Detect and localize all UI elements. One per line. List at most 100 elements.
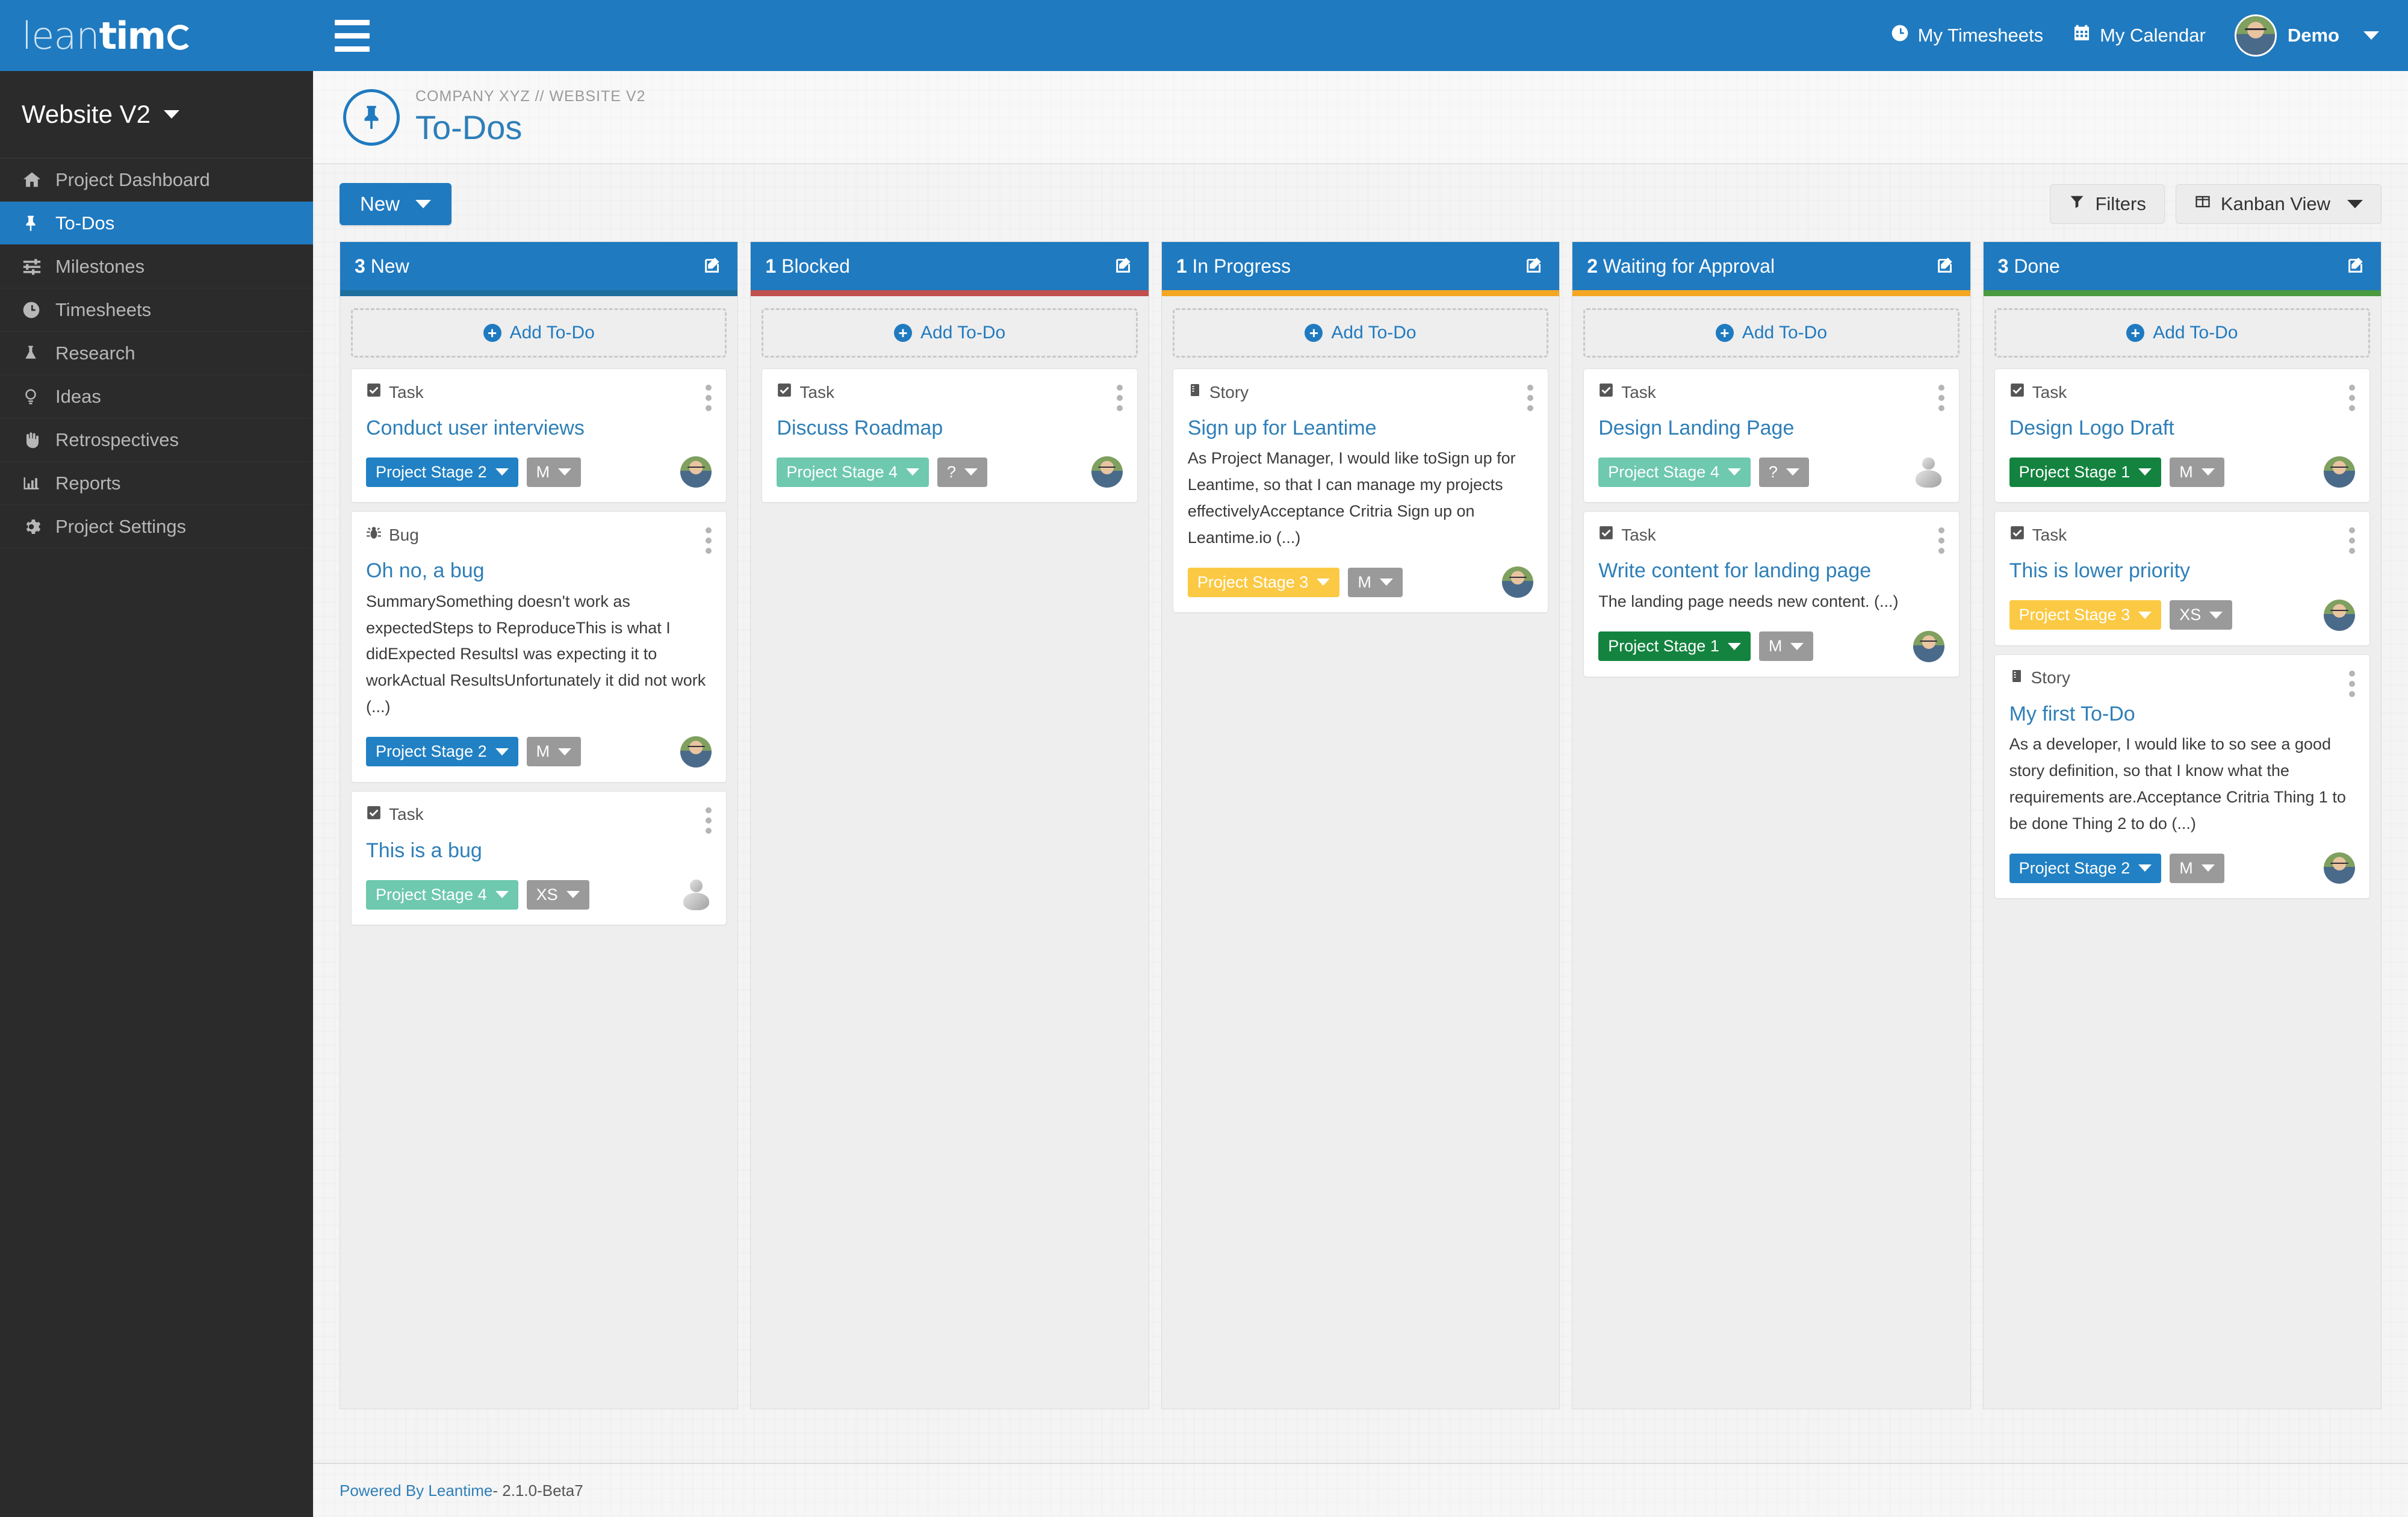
hamburger-icon[interactable] [335, 12, 382, 60]
stage-tag[interactable]: Project Stage 3 [2009, 600, 2162, 630]
size-tag[interactable]: M [527, 458, 582, 487]
sidebar-item-research[interactable]: Research [0, 332, 313, 375]
sidebar-item-to-dos[interactable]: To-Dos [0, 202, 313, 245]
my-timesheets-label: My Timesheets [1918, 25, 2043, 46]
todo-card[interactable]: TaskDiscuss RoadmapProject Stage 4? [762, 368, 1137, 503]
size-tag[interactable]: XS [527, 880, 589, 910]
card-type: Story [1188, 382, 1249, 402]
stage-tag[interactable]: Project Stage 2 [366, 458, 518, 487]
todo-card[interactable]: TaskWrite content for landing pageThe la… [1583, 511, 1959, 677]
card-title[interactable]: Design Logo Draft [2009, 416, 2355, 441]
page-title: To-Dos [415, 108, 645, 147]
card-title[interactable]: This is lower priority [2009, 559, 2355, 583]
view-switch-button[interactable]: Kanban View [2176, 184, 2382, 224]
stage-label: Project Stage 4 [1608, 463, 1719, 482]
edit-column-icon[interactable] [1935, 255, 1956, 278]
add-todo-button[interactable]: +Add To-Do [762, 308, 1137, 358]
add-todo-button[interactable]: +Add To-Do [1173, 308, 1548, 358]
card-title[interactable]: Conduct user interviews [366, 416, 712, 441]
column-header: 2 Waiting for Approval [1572, 242, 1970, 290]
stage-tag[interactable]: Project Stage 2 [366, 737, 518, 766]
sidebar-item-timesheets[interactable]: Timesheets [0, 288, 313, 332]
card-menu-icon[interactable] [1938, 382, 1944, 411]
add-todo-button[interactable]: +Add To-Do [1583, 308, 1959, 358]
edit-column-icon[interactable] [2346, 255, 2366, 278]
card-menu-icon[interactable] [2349, 525, 2355, 554]
card-footer: Project Stage 4? [777, 456, 1122, 488]
edit-column-icon[interactable] [703, 255, 723, 278]
size-tag[interactable]: XS [2170, 600, 2232, 630]
todo-card[interactable]: BugOh no, a bugSummarySomething doesn't … [351, 511, 727, 782]
todo-card[interactable]: TaskThis is a bugProject Stage 4XS [351, 791, 727, 925]
breadcrumb: COMPANY XYZ // WEBSITE V2 [415, 88, 645, 105]
stage-tag[interactable]: Project Stage 2 [2009, 854, 2162, 883]
todo-card[interactable]: StoryMy first To-DoAs a developer, I wou… [1994, 654, 2370, 899]
sidebar-item-ideas[interactable]: Ideas [0, 375, 313, 418]
card-title[interactable]: Discuss Roadmap [777, 416, 1122, 441]
card-title[interactable]: Oh no, a bug [366, 559, 712, 583]
bar-chart-icon [22, 474, 55, 492]
filters-button[interactable]: Filters [2050, 184, 2164, 224]
size-tag[interactable]: M [1348, 568, 1403, 597]
add-todo-button[interactable]: +Add To-Do [1994, 308, 2370, 358]
edit-column-icon[interactable] [1524, 255, 1545, 278]
todo-card[interactable]: TaskDesign Logo DraftProject Stage 1M [1994, 368, 2370, 503]
my-timesheets-link[interactable]: My Timesheets [1890, 23, 2043, 48]
checkbox-icon [1598, 382, 1614, 402]
chevron-down-icon [964, 468, 978, 476]
card-menu-icon[interactable] [2349, 668, 2355, 697]
card-title[interactable]: Sign up for Leantime [1188, 416, 1533, 441]
sidebar-item-reports[interactable]: Reports [0, 462, 313, 505]
card-menu-icon[interactable] [1117, 382, 1123, 411]
sidebar-item-milestones[interactable]: Milestones [0, 245, 313, 288]
card-type: Task [2009, 525, 2067, 545]
size-tag[interactable]: M [2170, 854, 2224, 883]
card-menu-icon[interactable] [706, 805, 712, 834]
stage-tag[interactable]: Project Stage 4 [366, 880, 518, 910]
card-title[interactable]: Design Landing Page [1598, 416, 1944, 441]
stage-tag[interactable]: Project Stage 1 [1598, 631, 1751, 661]
edit-column-icon[interactable] [1114, 255, 1134, 278]
stage-tag[interactable]: Project Stage 3 [1188, 568, 1340, 597]
card-title[interactable]: This is a bug [366, 839, 712, 863]
todo-card[interactable]: StorySign up for LeantimeAs Project Mana… [1173, 368, 1548, 613]
stage-tag[interactable]: Project Stage 1 [2009, 458, 2162, 487]
card-header: Task [366, 382, 712, 411]
add-todo-button[interactable]: +Add To-Do [351, 308, 727, 358]
size-tag[interactable]: ? [937, 458, 987, 487]
column-body: +Add To-DoTaskDiscuss RoadmapProject Sta… [751, 296, 1148, 523]
size-tag[interactable]: M [527, 737, 582, 766]
size-tag[interactable]: M [2170, 458, 2224, 487]
stage-tag[interactable]: Project Stage 4 [1598, 458, 1751, 487]
new-button[interactable]: New [340, 183, 452, 225]
chevron-down-icon [2363, 31, 2379, 40]
stage-label: Project Stage 3 [2019, 606, 2130, 624]
column-count: 3 [1998, 255, 2009, 277]
sidebar-item-project-dashboard[interactable]: Project Dashboard [0, 158, 313, 202]
todo-card[interactable]: TaskDesign Landing PageProject Stage 4? [1583, 368, 1959, 503]
my-calendar-link[interactable]: My Calendar [2072, 23, 2206, 48]
user-name: Demo [2288, 25, 2339, 46]
todo-card[interactable]: Task Conduct user interviews Project Stage… [351, 368, 727, 503]
size-tag[interactable]: ? [1759, 458, 1809, 487]
card-menu-icon[interactable] [1527, 382, 1533, 411]
card-menu-icon[interactable] [706, 525, 712, 554]
brand-logo[interactable]: leantim [0, 0, 313, 71]
stage-tag[interactable]: Project Stage 4 [777, 458, 929, 487]
size-tag[interactable]: M [1759, 631, 1814, 661]
card-menu-icon[interactable] [706, 382, 712, 411]
card-menu-icon[interactable] [1938, 525, 1944, 554]
todo-card[interactable]: Task This is lower priority Project Stage … [1994, 511, 2370, 645]
checkbox-icon [777, 382, 792, 402]
card-title[interactable]: Write content for landing page [1598, 559, 1944, 583]
card-title[interactable]: My first To-Do [2009, 702, 2355, 727]
card-footer: Project Stage 2 M [366, 456, 712, 488]
card-menu-icon[interactable] [2349, 382, 2355, 411]
sidebar-item-retrospectives[interactable]: Retrospectives [0, 418, 313, 462]
user-menu[interactable]: Demo [2235, 14, 2379, 57]
sidebar-item-project-settings[interactable]: Project Settings [0, 505, 313, 548]
project-switcher[interactable]: Website V2 [0, 71, 313, 158]
topbar-right: My Timesheets My Calendar Demo [1890, 14, 2379, 57]
powered-by-link[interactable]: Powered By Leantime [340, 1481, 492, 1500]
avatar [680, 456, 712, 488]
